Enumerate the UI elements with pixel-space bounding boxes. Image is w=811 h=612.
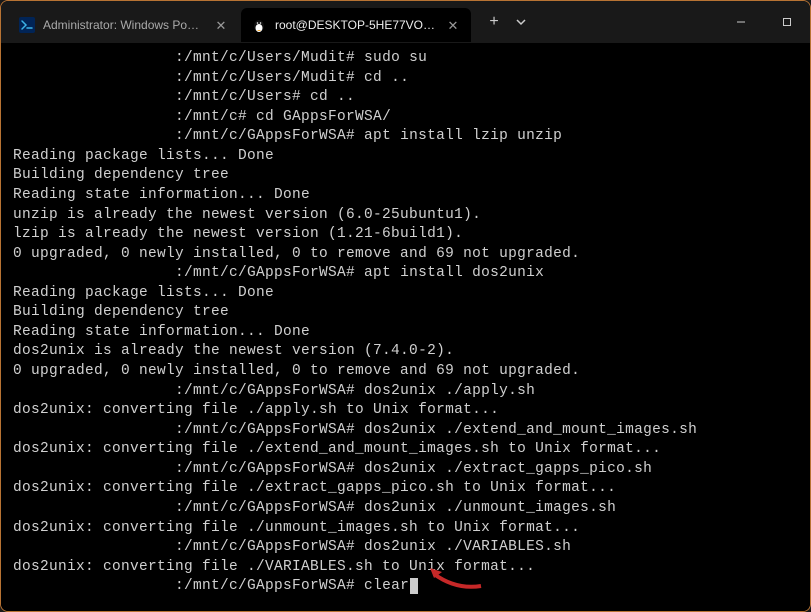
terminal-line: root@XXXXXXXXXXXXX:/mnt/c/GAppsForWSA# d… (13, 499, 798, 519)
terminal-text: :/mnt/c/Users/Mudit# sudo su (175, 50, 427, 66)
redacted-host: root@XXXXXXXXXXXXX (13, 49, 175, 69)
terminal-line: unzip is already the newest version (6.0… (13, 206, 798, 226)
window-controls (718, 6, 810, 38)
terminal-line: root@XXXXXXXXXXXXX:/mnt/c/GAppsForWSA# d… (13, 538, 798, 558)
terminal-output[interactable]: root@XXXXXXXXXXXXX:/mnt/c/Users/Mudit# s… (1, 43, 810, 611)
terminal-line: dos2unix is already the newest version (… (13, 342, 798, 362)
redacted-host: root@XXXXXXXXXXXXX (13, 577, 175, 597)
redacted-host: root@XXXXXXXXXXXXX (13, 264, 175, 284)
terminal-line: root@XXXXXXXXXXXXX:/mnt/c/GAppsForWSA# a… (13, 127, 798, 147)
terminal-line: Reading state information... Done (13, 323, 798, 343)
close-icon[interactable]: ✕ (445, 17, 461, 33)
titlebar: Administrator: Windows PowerS ✕ root@DES… (1, 1, 810, 43)
terminal-line: Building dependency tree (13, 166, 798, 186)
powershell-icon (19, 17, 35, 33)
new-tab-button[interactable]: + (479, 7, 509, 37)
redacted-host: root@XXXXXXXXXXXXX (13, 499, 175, 519)
redacted-host: root@XXXXXXXXXXXXX (13, 460, 175, 480)
maximize-button[interactable] (764, 6, 810, 38)
tab-label: root@DESKTOP-5HE77VO: /mn (275, 18, 437, 32)
terminal-line: root@XXXXXXXXXXXXX:/mnt/c/Users# cd .. (13, 88, 798, 108)
terminal-line: root@XXXXXXXXXXXXX:/mnt/c/Users/Mudit# c… (13, 69, 798, 89)
terminal-line: lzip is already the newest version (1.21… (13, 225, 798, 245)
terminal-line: Reading package lists... Done (13, 147, 798, 167)
terminal-text: :/mnt/c/GAppsForWSA# dos2unix ./VARIABLE… (175, 539, 571, 555)
terminal-line: dos2unix: converting file ./extract_gapp… (13, 479, 798, 499)
tux-icon (251, 17, 267, 33)
redacted-host: root@XXXXXXXXXXXXX (13, 127, 175, 147)
terminal-text: :/mnt/c/Users# cd .. (175, 89, 355, 105)
redacted-host: root@XXXXXXXXXXXXX (13, 382, 175, 402)
terminal-text: :/mnt/c/GAppsForWSA# apt install dos2uni… (175, 265, 544, 281)
terminal-text: :/mnt/c# cd GAppsForWSA/ (175, 109, 391, 125)
terminal-line: root@XXXXXXXXXXXXX:/mnt/c/Users/Mudit# s… (13, 49, 798, 69)
terminal-line: dos2unix: converting file ./extend_and_m… (13, 440, 798, 460)
cursor (410, 578, 418, 594)
terminal-line: root@XXXXXXXXXXXXX:/mnt/c/GAppsForWSA# c… (13, 577, 798, 597)
tab-label: Administrator: Windows PowerS (43, 18, 205, 32)
redacted-host: root@XXXXXXXXXXXXX (13, 88, 175, 108)
redacted-host: root@XXXXXXXXXXXXX (13, 69, 175, 89)
terminal-text: :/mnt/c/Users/Mudit# cd .. (175, 70, 409, 86)
terminal-line: root@XXXXXXXXXXXXX:/mnt/c/GAppsForWSA# d… (13, 421, 798, 441)
terminal-line: 0 upgraded, 0 newly installed, 0 to remo… (13, 245, 798, 265)
terminal-text: :/mnt/c/GAppsForWSA# clear (175, 578, 409, 594)
terminal-line: Reading state information... Done (13, 186, 798, 206)
terminal-line: dos2unix: converting file ./VARIABLES.sh… (13, 558, 798, 578)
terminal-text: :/mnt/c/GAppsForWSA# apt install lzip un… (175, 128, 562, 144)
terminal-text: :/mnt/c/GAppsForWSA# dos2unix ./extract_… (175, 461, 652, 477)
redacted-host: root@XXXXXXXXXXXXX (13, 421, 175, 441)
terminal-line: root@XXXXXXXXXXXXX:/mnt/c# cd GAppsForWS… (13, 108, 798, 128)
minimize-button[interactable] (718, 6, 764, 38)
terminal-line: root@XXXXXXXXXXXXX:/mnt/c/GAppsForWSA# d… (13, 460, 798, 480)
terminal-line: Reading package lists... Done (13, 284, 798, 304)
terminal-line: root@XXXXXXXXXXXXX:/mnt/c/GAppsForWSA# d… (13, 382, 798, 402)
redacted-host: root@XXXXXXXXXXXXX (13, 538, 175, 558)
redacted-host: root@XXXXXXXXXXXXX (13, 108, 175, 128)
terminal-window: Administrator: Windows PowerS ✕ root@DES… (0, 0, 811, 612)
terminal-text: :/mnt/c/GAppsForWSA# dos2unix ./apply.sh (175, 383, 535, 399)
tab-powershell[interactable]: Administrator: Windows PowerS ✕ (9, 8, 239, 42)
tab-dropdown[interactable] (509, 7, 533, 37)
terminal-line: Building dependency tree (13, 303, 798, 323)
terminal-text: :/mnt/c/GAppsForWSA# dos2unix ./extend_a… (175, 422, 697, 438)
terminal-line: dos2unix: converting file ./apply.sh to … (13, 401, 798, 421)
terminal-text: :/mnt/c/GAppsForWSA# dos2unix ./unmount_… (175, 500, 616, 516)
terminal-line: root@XXXXXXXXXXXXX:/mnt/c/GAppsForWSA# a… (13, 264, 798, 284)
terminal-line: dos2unix: converting file ./unmount_imag… (13, 519, 798, 539)
terminal-line: 0 upgraded, 0 newly installed, 0 to remo… (13, 362, 798, 382)
tab-wsl[interactable]: root@DESKTOP-5HE77VO: /mn ✕ (241, 8, 471, 42)
close-icon[interactable]: ✕ (213, 17, 229, 33)
